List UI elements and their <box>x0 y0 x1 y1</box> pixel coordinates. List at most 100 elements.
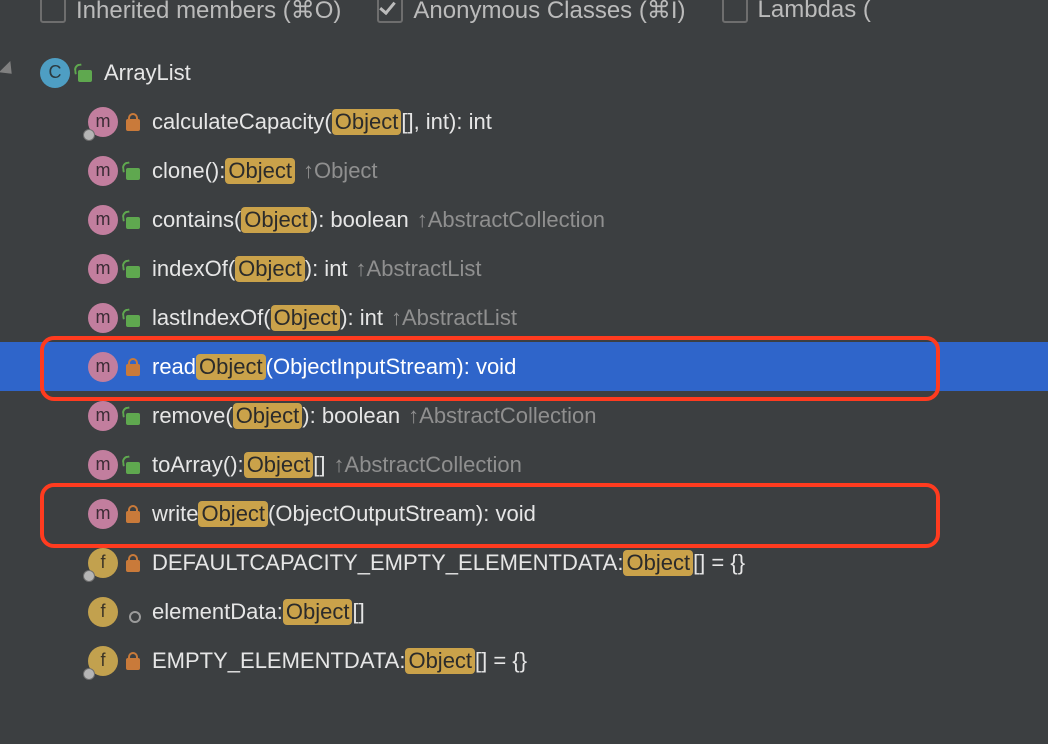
highlight: Object <box>271 305 341 331</box>
sig-post: ): int <box>305 256 348 282</box>
member-row[interactable]: m calculateCapacity(Object[], int): int <box>0 97 1048 146</box>
method-icon: m <box>88 156 118 186</box>
member-row[interactable]: fEMPTY_ELEMENTDATA: Object[] = {} <box>0 636 1048 685</box>
highlight: Object <box>198 501 268 527</box>
sig-post: [] <box>352 599 364 625</box>
static-pin-icon <box>81 665 98 682</box>
public-icon <box>124 209 142 231</box>
sig-post: [] = {} <box>475 648 527 674</box>
sig-pre: clone(): <box>152 158 225 184</box>
method-icon: m <box>88 254 118 284</box>
public-icon <box>124 405 142 427</box>
sig-post: [] <box>313 452 325 478</box>
sig-pre: lastIndexOf( <box>152 305 271 331</box>
highlight: Object <box>283 599 353 625</box>
sig-pre: indexOf( <box>152 256 235 282</box>
member-row[interactable]: fDEFAULTCAPACITY_EMPTY_ELEMENTDATA: Obje… <box>0 538 1048 587</box>
private-icon <box>124 111 142 133</box>
member-row[interactable]: m readObject(ObjectInputStream): void <box>0 342 1048 391</box>
member-signature: lastIndexOf(Object): int ↑AbstractList <box>152 305 517 331</box>
inherited-from: ↑AbstractCollection <box>334 452 522 478</box>
highlight: Object <box>405 648 475 674</box>
member-row[interactable]: m toArray(): Object[] ↑AbstractCollection <box>0 440 1048 489</box>
sig-pre: remove( <box>152 403 233 429</box>
member-row[interactable]: m writeObject(ObjectOutputStream): void <box>0 489 1048 538</box>
checkbox-icon <box>40 0 66 23</box>
method-icon: m <box>88 107 118 137</box>
highlight: Object <box>623 550 693 576</box>
member-signature: calculateCapacity(Object[], int): int <box>152 109 492 135</box>
structure-toolbar: Inherited members (⌘O) Anonymous Classes… <box>0 0 1048 26</box>
sig-post: [], int): int <box>401 109 491 135</box>
member-signature: contains(Object): boolean↑AbstractCollec… <box>152 207 605 233</box>
lambdas-label: Lambdas ( <box>758 0 871 24</box>
sig-pre: elementData: <box>152 599 283 625</box>
checkbox-icon <box>722 0 748 23</box>
member-signature: remove(Object): boolean↑AbstractCollecti… <box>152 403 596 429</box>
sig-pre: toArray(): <box>152 452 244 478</box>
highlight: Object <box>244 452 314 478</box>
member-signature: EMPTY_ELEMENTDATA: Object[] = {} <box>152 648 527 674</box>
inherited-from: ↑AbstractCollection <box>417 207 605 233</box>
highlight: Object <box>196 354 266 380</box>
method-icon: m <box>88 205 118 235</box>
member-row[interactable]: m clone(): Object ↑Object <box>0 146 1048 195</box>
inherited-from: ↑AbstractList <box>391 305 517 331</box>
checkbox-icon <box>377 0 403 23</box>
public-icon <box>124 454 142 476</box>
highlight: Object <box>225 158 295 184</box>
member-signature: readObject(ObjectInputStream): void <box>152 354 516 380</box>
sig-post: ): boolean <box>311 207 409 233</box>
highlight: Object <box>235 256 305 282</box>
sig-post: (ObjectInputStream): void <box>266 354 517 380</box>
sig-post: [] = {} <box>693 550 745 576</box>
highlight: Object <box>332 109 402 135</box>
member-row[interactable]: m contains(Object): boolean↑AbstractColle… <box>0 195 1048 244</box>
member-signature: toArray(): Object[] ↑AbstractCollection <box>152 452 522 478</box>
field-icon: f <box>88 597 118 627</box>
package-icon <box>124 601 142 623</box>
private-icon <box>124 650 142 672</box>
public-icon <box>124 307 142 329</box>
method-icon: m <box>88 352 118 382</box>
public-icon <box>124 160 142 182</box>
sig-pre: EMPTY_ELEMENTDATA: <box>152 648 405 674</box>
static-pin-icon <box>81 126 98 143</box>
member-signature: indexOf(Object): int ↑AbstractList <box>152 256 481 282</box>
inherited-from: ↑AbstractList <box>356 256 482 282</box>
public-icon <box>124 258 142 280</box>
anonymous-classes-toggle[interactable]: Anonymous Classes (⌘I) <box>377 0 685 25</box>
sig-pre: read <box>152 354 196 380</box>
private-icon <box>124 503 142 525</box>
inherited-from: ↑Object <box>303 158 378 184</box>
class-icon: C <box>40 58 70 88</box>
lambdas-toggle[interactable]: Lambdas ( <box>722 0 871 24</box>
inherited-from: ↑AbstractCollection <box>408 403 596 429</box>
member-signature: writeObject(ObjectOutputStream): void <box>152 501 536 527</box>
member-signature: elementData: Object[] <box>152 599 365 625</box>
sig-pre: DEFAULTCAPACITY_EMPTY_ELEMENTDATA: <box>152 550 623 576</box>
sig-pre: calculateCapacity( <box>152 109 332 135</box>
inherited-members-label: Inherited members (⌘O) <box>76 0 341 25</box>
method-icon: m <box>88 401 118 431</box>
sig-pre: write <box>152 501 198 527</box>
expand-icon[interactable] <box>0 60 17 78</box>
inherited-members-toggle[interactable]: Inherited members (⌘O) <box>40 0 341 25</box>
static-pin-icon <box>81 567 98 584</box>
private-icon <box>124 356 142 378</box>
class-row[interactable]: C ArrayList <box>0 48 1048 97</box>
member-row[interactable]: m indexOf(Object): int ↑AbstractList <box>0 244 1048 293</box>
member-row[interactable]: m remove(Object): boolean↑AbstractCollect… <box>0 391 1048 440</box>
method-icon: m <box>88 450 118 480</box>
sig-post: ): int <box>340 305 383 331</box>
structure-tree: C ArrayList mcalculateCapacity(Object[],… <box>0 26 1048 685</box>
member-row[interactable]: m lastIndexOf(Object): int ↑AbstractList <box>0 293 1048 342</box>
method-icon: m <box>88 303 118 333</box>
class-name: ArrayList <box>104 60 191 86</box>
member-signature: clone(): Object ↑Object <box>152 158 378 184</box>
member-row[interactable]: f elementData: Object[] <box>0 587 1048 636</box>
public-icon <box>76 62 94 84</box>
sig-post: ): boolean <box>302 403 400 429</box>
highlight: Object <box>241 207 311 233</box>
method-icon: m <box>88 499 118 529</box>
